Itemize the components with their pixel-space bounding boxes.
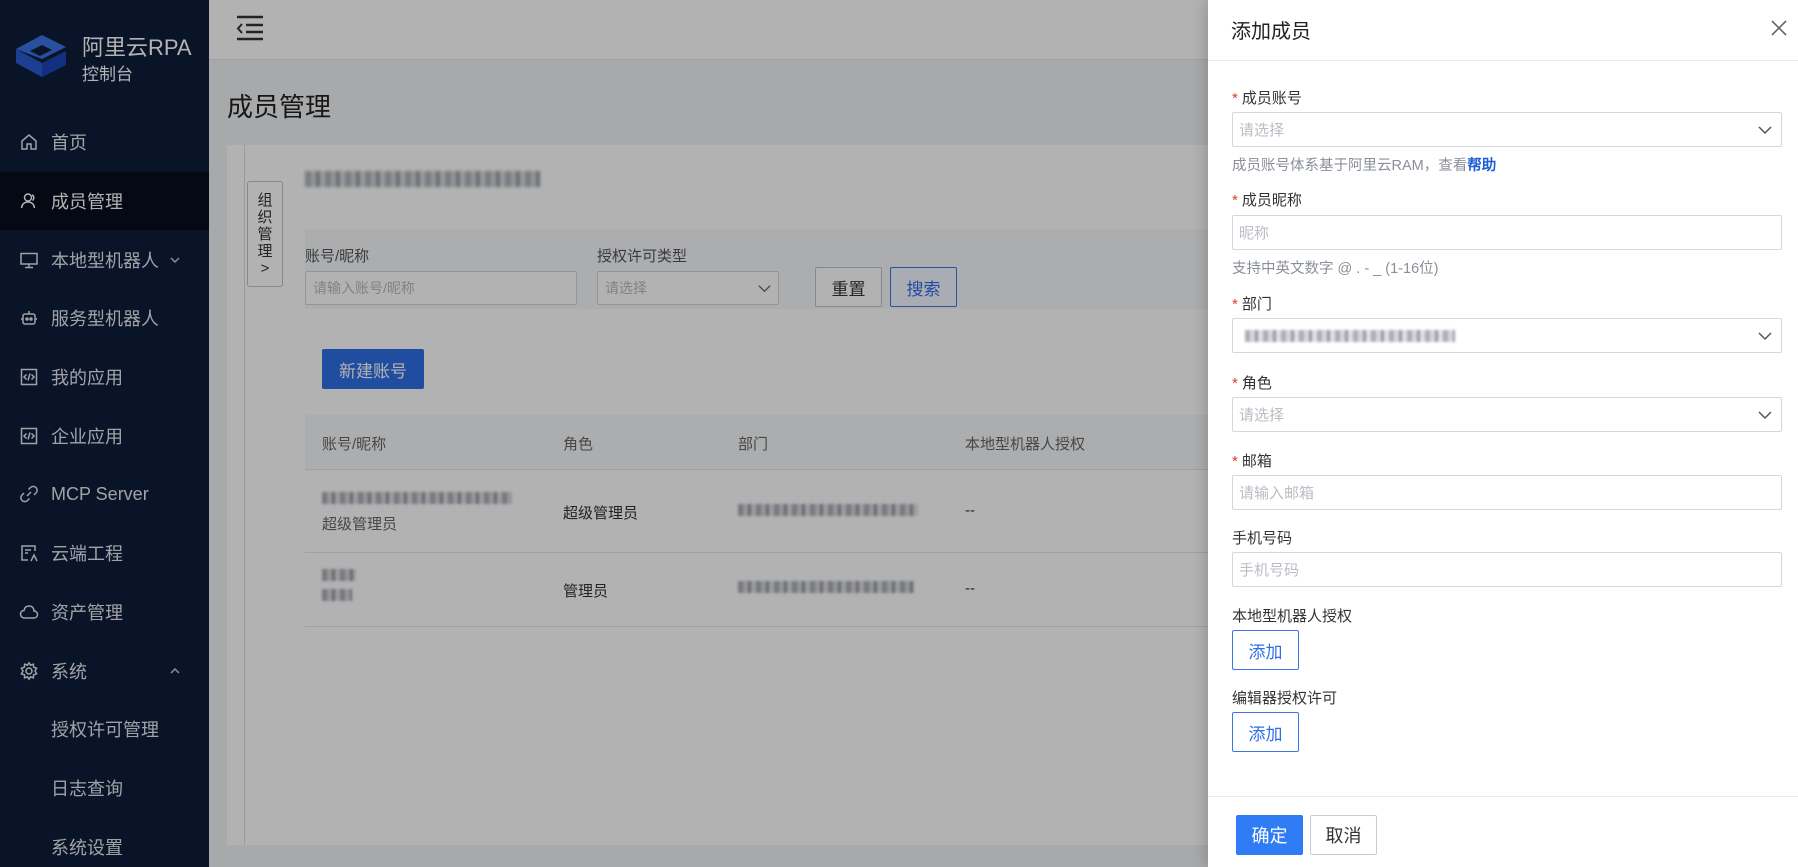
cancel-button[interactable]: 取消 [1310,815,1377,855]
redacted-department-value [1245,330,1455,342]
modal-backdrop[interactable] [0,0,1208,867]
chevron-down-icon [1758,126,1772,135]
label-text: 部门 [1241,296,1272,313]
member-nickname-input[interactable]: 昵称 [1232,215,1782,250]
add-member-drawer: 添加成员 * 成员账号 请选择 成员账号体系基于阿里云RAM，查看帮助 * 成员昵称… [1208,0,1798,867]
chevron-down-icon [1758,332,1772,341]
add-editor-license-button[interactable]: 添加 [1232,712,1299,752]
help-link[interactable]: 帮助 [1467,158,1496,174]
member-account-select[interactable]: 请选择 [1232,112,1782,147]
drawer-footer: 确定 取消 [1208,796,1798,867]
label-text: 成员昵称 [1241,192,1302,209]
label-text: 角色 [1241,375,1272,392]
email-input[interactable]: 请输入邮箱 [1232,475,1782,510]
editor-license-label: 编辑器授权许可 [1232,690,1338,707]
required-mark: * [1232,375,1238,392]
member-account-label: * 成员账号 [1232,87,1302,108]
label-text: 邮箱 [1241,453,1272,470]
robot-auth-label: 本地型机器人授权 [1232,608,1353,625]
select-placeholder: 请选择 [1239,122,1285,139]
role-label: * 角色 [1232,372,1272,393]
close-icon[interactable] [1768,17,1790,39]
phone-label: 手机号码 [1232,530,1293,547]
member-nickname-label: * 成员昵称 [1232,189,1302,210]
add-robot-auth-button[interactable]: 添加 [1232,630,1299,670]
required-mark: * [1232,453,1238,470]
department-select[interactable] [1232,318,1782,353]
drawer-title: 添加成员 [1231,21,1311,43]
confirm-button[interactable]: 确定 [1236,815,1303,855]
hint-text: 成员账号体系基于阿里云RAM，查看 [1232,158,1468,174]
required-mark: * [1232,90,1238,107]
department-label: * 部门 [1232,293,1272,314]
role-select[interactable]: 请选择 [1232,397,1782,432]
chevron-down-icon [1758,411,1772,420]
label-text: 成员账号 [1241,90,1302,107]
member-nickname-hint: 支持中英文数字 @ . - _ (1-16位) [1232,261,1439,277]
required-mark: * [1232,296,1238,313]
required-mark: * [1232,192,1238,209]
member-account-hint: 成员账号体系基于阿里云RAM，查看帮助 [1232,154,1496,175]
select-placeholder: 请选择 [1239,407,1285,424]
phone-input[interactable]: 手机号码 [1232,552,1782,587]
drawer-header: 添加成员 [1208,0,1798,61]
email-label: * 邮箱 [1232,450,1272,471]
